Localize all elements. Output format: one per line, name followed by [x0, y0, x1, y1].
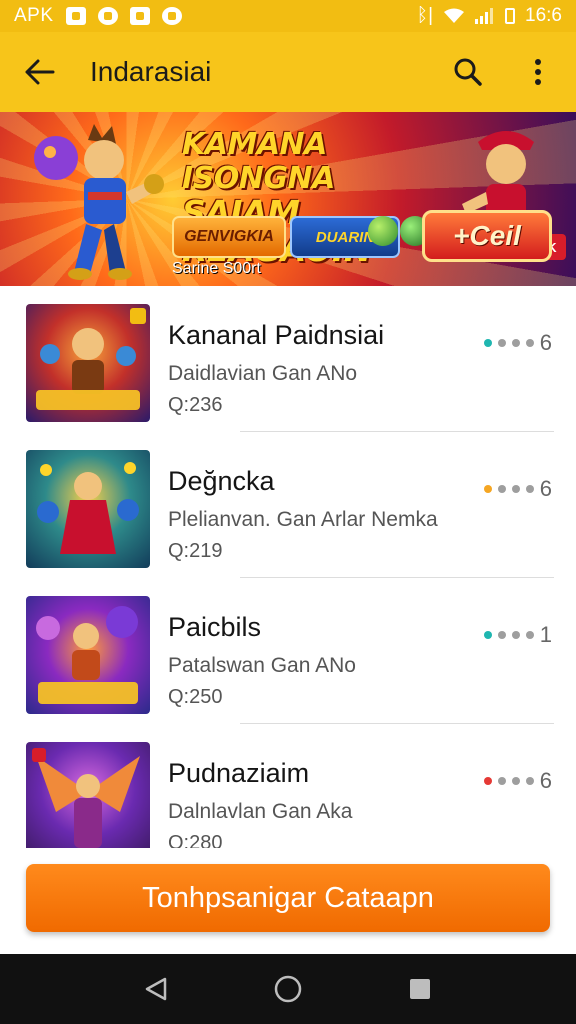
dot-icon: [511, 631, 520, 639]
image-icon: [65, 7, 86, 25]
item-subtitle: Dalnlavlan Gan Aka: [168, 800, 353, 823]
item-title: Pudnaziaim: [168, 758, 310, 788]
item-rank: 6: [483, 768, 552, 794]
item-rank-value: 1: [539, 622, 552, 647]
dot-icon: [511, 485, 520, 493]
list-item[interactable]: Pudnaziaim Dalnlavlan Gan Aka Q:280 6: [0, 724, 576, 848]
battery-icon: [505, 8, 516, 24]
accent-dot-icon: [483, 339, 492, 347]
banner-headline-line1: KAMANA ISONGNA: [182, 127, 335, 196]
item-rank: 1: [483, 622, 552, 648]
item-rank: 6: [483, 476, 552, 502]
page-title: Indarasiai: [90, 56, 212, 87]
banner-cta-button[interactable]: +Ceil: [422, 210, 552, 262]
game-thumbnail: [26, 450, 150, 568]
status-time: 16:6: [525, 5, 562, 26]
dot-icon: [511, 777, 520, 785]
gem-icon: [368, 216, 398, 246]
thumbnail-art: [36, 606, 138, 704]
primary-cta-button[interactable]: Tonhpsanigar Cataapn: [26, 864, 550, 932]
dot-icon: [497, 777, 506, 785]
item-meta: Q:250: [168, 686, 222, 709]
game-thumbnail: [26, 742, 150, 848]
signal-text: ᛒ|: [416, 5, 434, 26]
promo-banner[interactable]: KAMANA ISONGNA SAIAM REAGAOIN FK GENVIGK…: [0, 112, 576, 286]
game-thumbnail: [26, 596, 150, 714]
dot-icon: [511, 339, 520, 347]
wifi-icon: [444, 8, 465, 23]
thumbnail-art: [37, 462, 139, 554]
status-right: ᛒ| 16:6: [417, 5, 562, 27]
system-nav-bar: [0, 954, 576, 1024]
item-rank-value: 6: [539, 476, 552, 501]
game-thumbnail: [26, 304, 150, 422]
banner-footnote: Sarine S00rt: [172, 260, 261, 277]
item-meta-text: Q:280: [168, 832, 223, 848]
hero-character-illustration: [34, 124, 164, 280]
back-triangle-icon[interactable]: [136, 969, 176, 1009]
recents-square-icon[interactable]: [400, 969, 440, 1009]
item-meta-text: Q:219: [168, 540, 223, 562]
dot-icon: [525, 339, 534, 347]
home-circle-icon[interactable]: [268, 969, 308, 1009]
app-bar: Indarasiai: [0, 32, 576, 112]
more-vert-icon[interactable]: [522, 56, 554, 88]
item-meta-text: Q:236: [168, 394, 223, 416]
item-subtitle: Plelianvan. Gan Arlar Nemka: [168, 508, 438, 531]
item-meta: Q:280: [168, 832, 222, 848]
item-rank-value: 6: [539, 768, 552, 793]
list-item[interactable]: Kananal Paidnsiai Daidlavian Gan ANo Q:2…: [0, 286, 576, 432]
list-item[interactable]: Değncka Plelianvan. Gan Arlar Nemka Q:21…: [0, 432, 576, 578]
app-bar-actions: [452, 56, 554, 88]
dot-icon: [525, 777, 534, 785]
item-subtitle: Daidlavian Gan ANo: [168, 362, 358, 385]
status-app-label: APK: [14, 5, 54, 26]
back-arrow-icon[interactable]: [22, 54, 58, 90]
item-title: Paicbils: [168, 612, 262, 642]
cloud-icon: [129, 7, 150, 25]
dot-icon: [525, 631, 534, 639]
list-item[interactable]: Paicbils Patalswan Gan ANo Q:250 1: [0, 578, 576, 724]
accent-dot-icon: [483, 485, 492, 493]
item-title: Kananal Paidnsiai: [168, 320, 385, 350]
thumbnail-art: [32, 748, 140, 848]
search-icon[interactable]: [452, 56, 484, 88]
thumbnail-art: [36, 308, 146, 410]
signal-icon: [475, 8, 494, 24]
dot-icon: [525, 485, 534, 493]
game-list: Kananal Paidnsiai Daidlavian Gan ANo Q:2…: [0, 286, 576, 848]
accent-dot-icon: [483, 777, 492, 785]
item-meta: Q:236: [168, 394, 222, 417]
status-left: APK: [14, 5, 182, 27]
item-title: Değncka: [168, 466, 275, 496]
status-bar: APK ᛒ| 16:6: [0, 0, 576, 32]
shield-icon: [161, 7, 182, 25]
item-subtitle: Patalswan Gan ANo: [168, 654, 356, 677]
item-rank: 6: [483, 330, 552, 356]
dot-icon: [497, 631, 506, 639]
banner-tag-secondary-label: DUARIN: [315, 228, 375, 246]
accent-dot-icon: [483, 631, 492, 639]
record-icon: [97, 7, 118, 25]
dot-icon: [497, 339, 506, 347]
bottom-cta-area: Tonhpsanigar Cataapn: [0, 848, 576, 954]
dot-icon: [497, 485, 506, 493]
item-rank-value: 6: [539, 330, 552, 355]
item-meta: Q:219: [168, 540, 222, 563]
banner-tag-primary: GENVIGKIA: [172, 216, 286, 258]
item-meta-text: Q:250: [168, 686, 223, 708]
